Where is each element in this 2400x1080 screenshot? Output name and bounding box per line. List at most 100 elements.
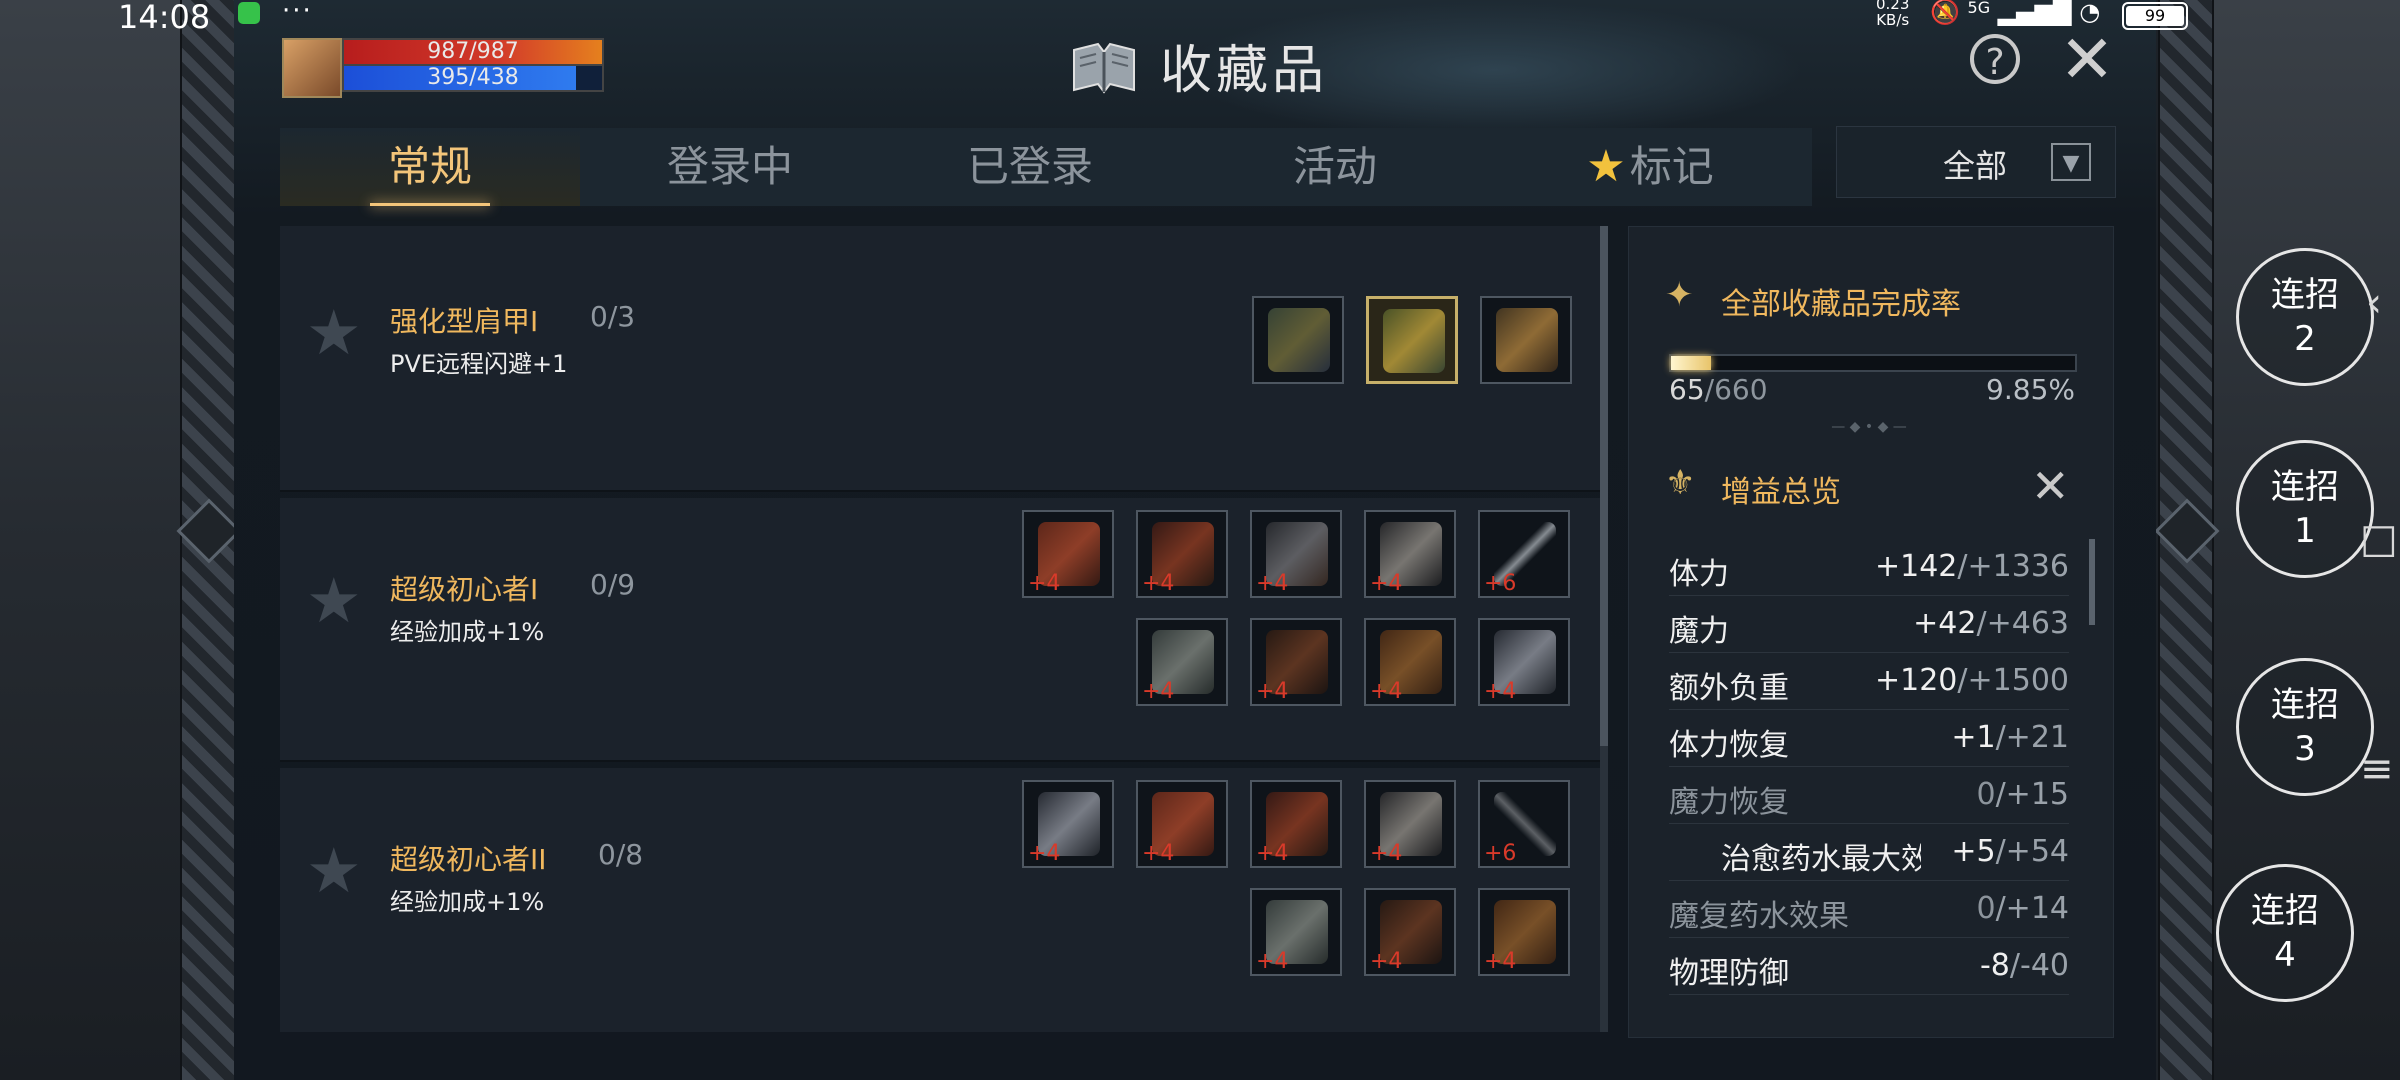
mp-bar: 395/438 <box>342 64 604 92</box>
item-slot-gloves[interactable]: +4 <box>1136 780 1228 868</box>
enhance-level: +4 <box>1484 679 1517 704</box>
background-left <box>0 0 180 1080</box>
stat-value: 0/+15 <box>1976 777 2069 812</box>
stat-current: +142 <box>1875 549 1958 584</box>
close-icon[interactable]: ✕ <box>2031 459 2070 513</box>
item-slot-chainmail[interactable]: +4 <box>1250 888 1342 976</box>
favorite-star-icon[interactable]: ★ <box>306 296 362 369</box>
fleur-de-lis-icon: ⚜ <box>1665 463 1696 503</box>
stat-row: 物理防御 -8/-40 <box>1669 938 2069 995</box>
combo-label: 连招 <box>2271 467 2339 507</box>
enhance-level: +4 <box>1484 949 1517 974</box>
chevron-left-icon[interactable]: ‹ <box>2366 280 2382 326</box>
combo-button-3[interactable]: 连招 3 <box>2236 658 2374 796</box>
stat-max: /+14 <box>1995 891 2069 926</box>
battery-level: 99 <box>2126 6 2184 26</box>
shoulder-armor-icon <box>1268 308 1330 372</box>
stat-value: +1/+21 <box>1951 720 2069 755</box>
item-slot-shoulder-armor[interactable] <box>1252 296 1344 384</box>
item-slot-helmet[interactable]: +4 <box>1250 510 1342 598</box>
item-slot-jacket[interactable]: +4 <box>1478 618 1570 706</box>
enhance-level: +4 <box>1256 949 1289 974</box>
stat-name: 体力 <box>1669 557 1729 592</box>
player-avatar[interactable] <box>282 38 342 98</box>
collection-bonus: 经验加成+1% <box>390 618 545 646</box>
tab-registered[interactable]: 已登录 <box>880 128 1180 206</box>
combo-button-1[interactable]: 连招 1 <box>2236 440 2374 578</box>
item-slot-sword[interactable]: +6 <box>1478 510 1570 598</box>
chevron-down-icon[interactable]: ▼ <box>2051 143 2091 181</box>
stat-max: /+463 <box>1976 606 2069 641</box>
tab-event[interactable]: 活动 <box>1180 128 1490 206</box>
item-slot-cloak[interactable]: +4 <box>1250 780 1342 868</box>
item-slot-jacket[interactable]: +4 <box>1022 780 1114 868</box>
tab-label: 登录中 <box>666 142 793 191</box>
scrollbar-thumb[interactable] <box>1600 226 1608 746</box>
item-slot-gloves[interactable]: +4 <box>1022 510 1114 598</box>
tab-marked[interactable]: ★标记 <box>1490 128 1810 206</box>
tab-registering[interactable]: 登录中 <box>580 128 880 206</box>
combo-number: 3 <box>2294 729 2316 769</box>
collection-row[interactable]: ★ 超级初心者I 0/9 经验加成+1% +4 +4 +4 +4 +6 +4 +… <box>280 498 1600 762</box>
completion-total: /660 <box>1704 373 1768 406</box>
stat-current: +1 <box>1951 720 1996 755</box>
list-scrollbar[interactable] <box>1600 226 1608 1032</box>
stat-value: +142/+1336 <box>1875 549 2069 584</box>
stat-row: 魔力恢复 0/+15 <box>1669 767 2069 824</box>
stat-max: /+21 <box>1995 720 2069 755</box>
tab-general[interactable]: 常规 <box>280 128 580 206</box>
hp-bar: 987/987 <box>342 38 604 66</box>
page-title: 收藏品 <box>1160 41 1329 101</box>
stat-current: 0 <box>1976 777 1996 812</box>
more-notifications-icon: ··· <box>282 0 313 26</box>
mp-text: 395/438 <box>427 65 519 90</box>
favorite-star-icon[interactable]: ★ <box>306 834 362 907</box>
stat-row: 魔复药水效果 0/+14 <box>1669 881 2069 938</box>
collection-row[interactable]: ★ 超级初心者II 0/8 经验加成+1% +4 +4 +4 +4 +6 +4 <box>280 768 1600 1032</box>
combo-button-2[interactable]: 连招 2 <box>2236 248 2374 386</box>
filter-dropdown[interactable]: 全部 ▼ <box>1836 126 2116 198</box>
item-slot-cloak[interactable]: +4 <box>1136 510 1228 598</box>
stats-scrollbar[interactable] <box>2089 539 2095 625</box>
help-button[interactable]: ? <box>1970 34 2020 84</box>
item-slot-shoulder-armor[interactable] <box>1480 296 1572 384</box>
sparkle-icon: ✦ <box>1665 275 1694 315</box>
stat-value: -8/-40 <box>1980 948 2069 983</box>
status-time: 14:08 <box>118 0 211 36</box>
stat-max: /+54 <box>1995 834 2069 869</box>
item-slot-horned-helmet[interactable]: +4 <box>1364 780 1456 868</box>
collection-name: 强化型肩甲I <box>390 305 539 338</box>
item-slot-leather-pants[interactable]: +4 <box>1364 618 1456 706</box>
stat-max: /-40 <box>2009 948 2069 983</box>
buff-stats-list[interactable]: 体力 +142/+1336 魔力 +42/+463 额外负重 +120/+1500 体… <box>1669 539 2069 995</box>
menu-icon[interactable]: ≡ <box>2360 746 2394 792</box>
tab-label: 常规 <box>387 142 472 191</box>
collection-row[interactable]: ★ 强化型肩甲I 0/3 PVE远程闪避+1 <box>280 226 1600 492</box>
combo-label: 连招 <box>2251 891 2319 931</box>
item-slot-boots[interactable]: +4 <box>1364 888 1456 976</box>
stats-side-panel: ✦ 全部收藏品完成率 65/660 9.85% — ◆ • ◆ — ⚜ 增益总览… <box>1628 226 2114 1038</box>
stat-current: +42 <box>1913 606 1977 641</box>
hp-text: 987/987 <box>427 39 519 64</box>
item-slot-leather-pants[interactable]: +4 <box>1478 888 1570 976</box>
item-slot-bow[interactable]: +6 <box>1478 780 1570 868</box>
item-slot-shoulder-armor[interactable] <box>1366 296 1458 384</box>
item-slot-boots[interactable]: +4 <box>1250 618 1342 706</box>
combo-label: 连招 <box>2271 275 2339 315</box>
favorite-star-icon[interactable]: ★ <box>306 564 362 637</box>
stat-name: 魔力 <box>1669 614 1729 649</box>
enhance-level: +4 <box>1370 949 1403 974</box>
item-slot-horned-helmet[interactable]: +4 <box>1364 510 1456 598</box>
stat-row: 体力 +142/+1336 <box>1669 539 2069 596</box>
close-button[interactable]: ✕ <box>2056 27 2118 93</box>
filter-selected: 全部 <box>1943 147 2008 185</box>
collection-list[interactable]: ★ 强化型肩甲I 0/3 PVE远程闪避+1 ★ 超级初心者I 0/9 经验加成… <box>280 226 1600 1032</box>
mute-icon: 🔕 <box>1930 0 1960 26</box>
stat-name: 额外负重 <box>1669 671 1789 706</box>
collection-name: 超级初心者II <box>390 843 547 876</box>
category-tabs: 常规 登录中 已登录 活动 ★标记 <box>280 128 1812 206</box>
completion-progress-fill <box>1671 356 1711 370</box>
item-slot-chainmail[interactable]: +4 <box>1136 618 1228 706</box>
square-icon[interactable]: □ <box>2360 516 2398 562</box>
combo-button-4[interactable]: 连招 4 <box>2216 864 2354 1002</box>
